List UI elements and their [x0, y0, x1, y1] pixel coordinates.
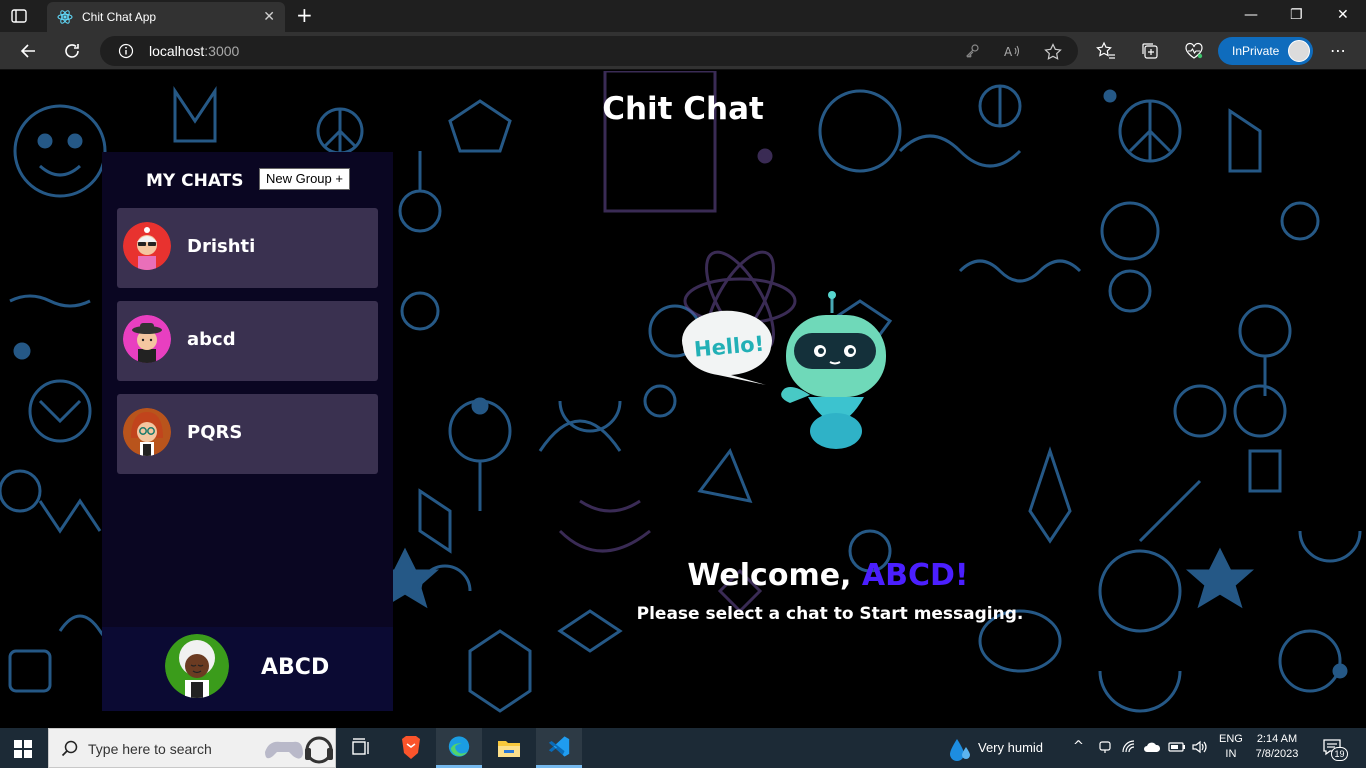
address-bar[interactable]: localhost:3000 A: [100, 36, 1078, 66]
notification-count-badge: 19: [1331, 747, 1348, 761]
taskbar-search-input[interactable]: Type here to search: [48, 728, 336, 768]
browser-tab-bar: Chit Chat App ✕ + — ❐ ✕: [0, 0, 1366, 32]
inprivate-button[interactable]: InPrivate: [1218, 37, 1313, 65]
edge-browser-icon[interactable]: [436, 728, 482, 768]
site-info-icon[interactable]: [118, 43, 134, 59]
favorites-icon[interactable]: [1096, 41, 1116, 61]
browser-tab[interactable]: Chit Chat App ✕: [47, 2, 285, 32]
welcome-user-name: ABCD!: [861, 558, 969, 593]
new-tab-icon[interactable]: +: [296, 5, 313, 25]
taskbar-clock[interactable]: 2:14 AM 7/8/2023: [1254, 732, 1300, 762]
current-user-panel[interactable]: ABCD: [102, 627, 393, 711]
react-logo-icon: [57, 10, 73, 24]
search-highlight-icon: [265, 736, 333, 764]
profile-avatar-icon: [1288, 40, 1310, 62]
tab-close-icon[interactable]: ✕: [263, 9, 275, 25]
minimize-icon[interactable]: —: [1244, 7, 1258, 23]
chat-item-name: Drishti: [187, 236, 256, 257]
welcome-greeting: Welcome,: [687, 558, 862, 593]
inprivate-label: InPrivate: [1232, 44, 1280, 58]
more-options-icon[interactable]: ⋯: [1330, 41, 1346, 60]
window-close-icon[interactable]: ✕: [1337, 7, 1349, 23]
tab-actions-icon[interactable]: [10, 7, 28, 25]
battery-icon[interactable]: [1168, 739, 1186, 755]
url-text: localhost:3000: [149, 43, 239, 59]
chat-item-abcd[interactable]: abcd: [117, 301, 378, 381]
lang-region: IN: [1225, 748, 1237, 760]
wifi-icon[interactable]: [1121, 739, 1137, 755]
meet-now-icon[interactable]: [1097, 739, 1113, 755]
lang-code: ENG: [1219, 733, 1243, 745]
tab-title: Chit Chat App: [82, 10, 157, 24]
volume-icon[interactable]: [1191, 739, 1209, 755]
current-user-name: ABCD: [261, 655, 330, 680]
chat-item-pqrs[interactable]: PQRS: [117, 394, 378, 474]
favorite-star-icon[interactable]: [1044, 43, 1062, 61]
my-chats-heading: MY CHATS: [146, 171, 244, 191]
new-group-button[interactable]: New Group +: [259, 168, 350, 190]
browser-essentials-icon[interactable]: [1184, 41, 1204, 61]
chat-sidebar: MY CHATS New Group + Drishti abcd PQRS A…: [102, 152, 393, 711]
vscode-icon[interactable]: [536, 728, 582, 768]
app-viewport: Chit Chat MY CHATS New Group + Drishti a…: [0, 71, 1366, 728]
onedrive-cloud-icon[interactable]: [1143, 739, 1161, 755]
clock-date: 7/8/2023: [1255, 748, 1299, 760]
chat-item-drishti[interactable]: Drishti: [117, 208, 378, 288]
search-icon: [61, 740, 78, 757]
url-port: :3000: [204, 43, 240, 59]
show-hidden-icons-icon[interactable]: ^: [1073, 739, 1084, 754]
avatar: [123, 408, 171, 456]
collections-icon[interactable]: [1140, 41, 1160, 61]
read-aloud-icon[interactable]: A: [1004, 43, 1022, 59]
file-explorer-icon[interactable]: [486, 728, 532, 768]
restore-icon[interactable]: ❐: [1290, 7, 1303, 23]
windows-taskbar: Type here to search Very humid ^ ENG IN …: [0, 728, 1366, 768]
hello-robot-illustration: Hello!: [682, 291, 886, 449]
search-placeholder: Type here to search: [88, 741, 212, 757]
input-language-indicator[interactable]: ENG IN: [1219, 732, 1243, 762]
windows-start-icon[interactable]: [14, 740, 32, 758]
app-title: Chit Chat: [602, 91, 764, 127]
task-view-icon[interactable]: [338, 728, 384, 768]
key-icon[interactable]: [964, 43, 980, 59]
humidity-drop-icon[interactable]: [948, 737, 972, 761]
sidebar-header: MY CHATS New Group +: [102, 152, 393, 207]
welcome-subtext: Please select a chat to Start messaging.: [636, 604, 1024, 624]
avatar: [123, 315, 171, 363]
chat-item-name: abcd: [187, 329, 236, 350]
welcome-heading: Welcome, ABCD!: [633, 558, 1023, 593]
brave-browser-icon[interactable]: [388, 728, 434, 768]
avatar: [123, 222, 171, 270]
user-avatar: [165, 634, 229, 698]
weather-label[interactable]: Very humid: [978, 740, 1043, 755]
svg-text:A: A: [1004, 45, 1013, 59]
browser-toolbar: localhost:3000 A InPrivate ⋯: [0, 32, 1366, 70]
back-icon[interactable]: [18, 41, 38, 61]
url-host: localhost: [149, 43, 205, 59]
chat-item-name: PQRS: [187, 422, 243, 443]
clock-time: 2:14 AM: [1256, 733, 1298, 745]
refresh-icon[interactable]: [62, 41, 82, 61]
